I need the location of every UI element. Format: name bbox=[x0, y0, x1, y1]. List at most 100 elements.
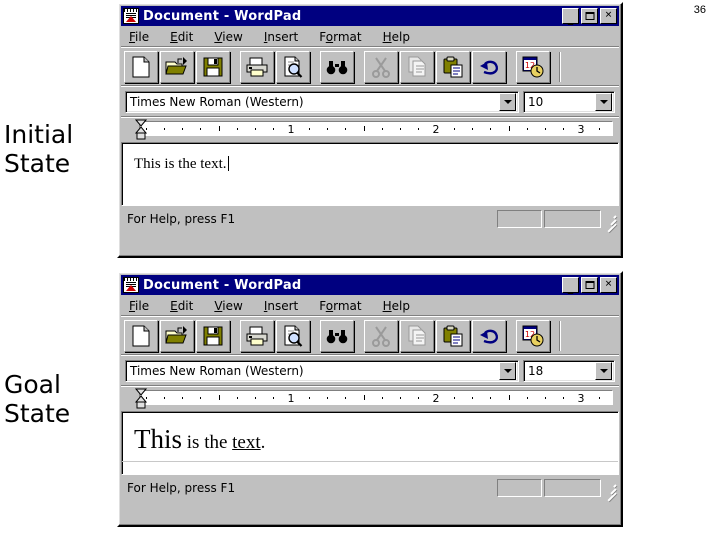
document-canvas[interactable]: This is the text. bbox=[121, 411, 619, 475]
print-button[interactable] bbox=[240, 50, 274, 83]
menu-item-insert[interactable]: Insert bbox=[264, 299, 298, 313]
menu-item-insert[interactable]: Insert bbox=[264, 30, 298, 44]
font-name-value: Times New Roman (Western) bbox=[130, 363, 304, 378]
print-preview-button[interactable] bbox=[276, 50, 310, 83]
ruler-strip[interactable]: 1 2 3 bbox=[139, 121, 613, 136]
font-name-combo[interactable]: Times New Roman (Western) bbox=[125, 359, 519, 382]
document-text-part-tail: . bbox=[260, 432, 266, 453]
menu-item-help[interactable]: Help bbox=[383, 299, 410, 313]
chevron-down-icon[interactable] bbox=[595, 92, 612, 111]
status-help-text: For Help, press F1 bbox=[127, 481, 236, 495]
document-canvas[interactable]: This is the text. bbox=[121, 142, 619, 206]
find-button[interactable] bbox=[320, 50, 354, 83]
find-button[interactable] bbox=[320, 319, 354, 352]
ruler-number: 1 bbox=[287, 123, 295, 136]
paste-button[interactable] bbox=[436, 50, 470, 83]
slide-number: 36 bbox=[693, 4, 706, 16]
copy-button[interactable] bbox=[400, 50, 434, 83]
standard-toolbar[interactable]: 12 bbox=[121, 317, 619, 354]
status-panel-2 bbox=[544, 210, 601, 228]
slide-page: 36 Initial State Goal State Document - W… bbox=[0, 0, 720, 540]
ruler[interactable]: 1 2 3 bbox=[121, 387, 619, 411]
title-bar[interactable]: Document - WordPad _ ✕ bbox=[121, 275, 619, 295]
initial-state-label-line1: Initial bbox=[4, 120, 74, 149]
format-bar[interactable]: Times New Roman (Western) 18 bbox=[121, 356, 619, 385]
print-preview-button[interactable] bbox=[276, 319, 310, 352]
date-time-button[interactable]: 12 bbox=[516, 50, 550, 83]
minimize-button[interactable]: _ bbox=[562, 8, 579, 25]
undo-button[interactable] bbox=[472, 319, 506, 352]
initial-state-label-line2: State bbox=[4, 149, 71, 178]
initial-state-label: Initial State bbox=[4, 120, 73, 178]
menu-item-help[interactable]: Help bbox=[383, 30, 410, 44]
open-button[interactable] bbox=[160, 50, 194, 83]
window-controls[interactable]: _ ✕ bbox=[562, 8, 618, 25]
document-text: This is the text. bbox=[134, 156, 229, 173]
undo-button[interactable] bbox=[472, 50, 506, 83]
ruler[interactable]: 1 2 3 bbox=[121, 118, 619, 142]
font-size-combo[interactable]: 18 bbox=[523, 359, 615, 382]
menu-bar[interactable]: File Edit View Insert Format Help bbox=[121, 296, 619, 315]
paste-button[interactable] bbox=[436, 319, 470, 352]
standard-toolbar[interactable]: 12 bbox=[121, 48, 619, 85]
menu-item-view[interactable]: View bbox=[214, 299, 242, 313]
document-baseline-rule bbox=[122, 461, 618, 462]
menu-item-edit[interactable]: Edit bbox=[170, 299, 193, 313]
close-icon[interactable]: ✕ bbox=[600, 277, 617, 293]
goal-state-label-line1: Goal bbox=[4, 370, 61, 399]
copy-button[interactable] bbox=[400, 319, 434, 352]
ruler-strip[interactable]: 1 2 3 bbox=[139, 390, 613, 405]
window-controls[interactable]: _ ✕ bbox=[562, 277, 618, 294]
new-button[interactable] bbox=[124, 319, 158, 352]
document-text-part-middle: is the bbox=[182, 432, 233, 453]
status-panel-2 bbox=[544, 479, 601, 497]
status-help-text: For Help, press F1 bbox=[127, 212, 236, 226]
status-bar: For Help, press F1 bbox=[121, 477, 619, 502]
close-icon[interactable]: ✕ bbox=[600, 8, 617, 24]
chevron-down-icon[interactable] bbox=[499, 361, 516, 380]
menu-item-file[interactable]: File bbox=[129, 299, 149, 313]
toolbar-separator bbox=[559, 51, 561, 82]
document-text: This is the text. bbox=[134, 424, 265, 455]
menu-bar[interactable]: File Edit View Insert Format Help bbox=[121, 27, 619, 46]
document-area-wrap: This is the text. bbox=[121, 142, 619, 206]
minimize-button[interactable]: _ bbox=[562, 277, 579, 294]
menu-item-format[interactable]: Format bbox=[319, 30, 361, 44]
new-button[interactable] bbox=[124, 50, 158, 83]
cut-button[interactable] bbox=[364, 319, 398, 352]
cut-button[interactable] bbox=[364, 50, 398, 83]
goal-state-label-line2: State bbox=[4, 399, 71, 428]
maximize-button[interactable] bbox=[581, 277, 598, 293]
wordpad-document-icon bbox=[123, 8, 139, 24]
ruler-number: 2 bbox=[432, 123, 440, 136]
ruler-number: 3 bbox=[577, 123, 585, 136]
indent-marker[interactable] bbox=[135, 119, 147, 140]
save-button[interactable] bbox=[196, 319, 230, 352]
date-time-button[interactable]: 12 bbox=[516, 319, 550, 352]
toolbar-separator bbox=[559, 320, 561, 351]
format-bar[interactable]: Times New Roman (Western) 10 bbox=[121, 87, 619, 116]
title-bar[interactable]: Document - WordPad _ ✕ bbox=[121, 6, 619, 26]
print-button[interactable] bbox=[240, 319, 274, 352]
document-text-value: This is the text. bbox=[134, 156, 227, 172]
wordpad-window-goal[interactable]: Document - WordPad _ ✕ File Edit View In… bbox=[117, 271, 623, 527]
resize-grip[interactable] bbox=[603, 480, 617, 502]
text-caret bbox=[227, 156, 229, 171]
menu-item-view[interactable]: View bbox=[214, 30, 242, 44]
status-panel-1 bbox=[497, 479, 542, 497]
chevron-down-icon[interactable] bbox=[595, 361, 612, 380]
chevron-down-icon[interactable] bbox=[499, 92, 516, 111]
save-button[interactable] bbox=[196, 50, 230, 83]
font-size-combo[interactable]: 10 bbox=[523, 90, 615, 113]
maximize-button[interactable] bbox=[581, 8, 598, 24]
resize-grip[interactable] bbox=[603, 211, 617, 233]
document-text-part-underlined: text bbox=[232, 432, 261, 453]
ruler-number: 1 bbox=[287, 392, 295, 405]
wordpad-window-initial[interactable]: Document - WordPad _ ✕ File Edit View In… bbox=[117, 2, 623, 258]
open-button[interactable] bbox=[160, 319, 194, 352]
menu-item-file[interactable]: File bbox=[129, 30, 149, 44]
menu-item-format[interactable]: Format bbox=[319, 299, 361, 313]
font-name-combo[interactable]: Times New Roman (Western) bbox=[125, 90, 519, 113]
indent-marker[interactable] bbox=[135, 388, 147, 409]
menu-item-edit[interactable]: Edit bbox=[170, 30, 193, 44]
